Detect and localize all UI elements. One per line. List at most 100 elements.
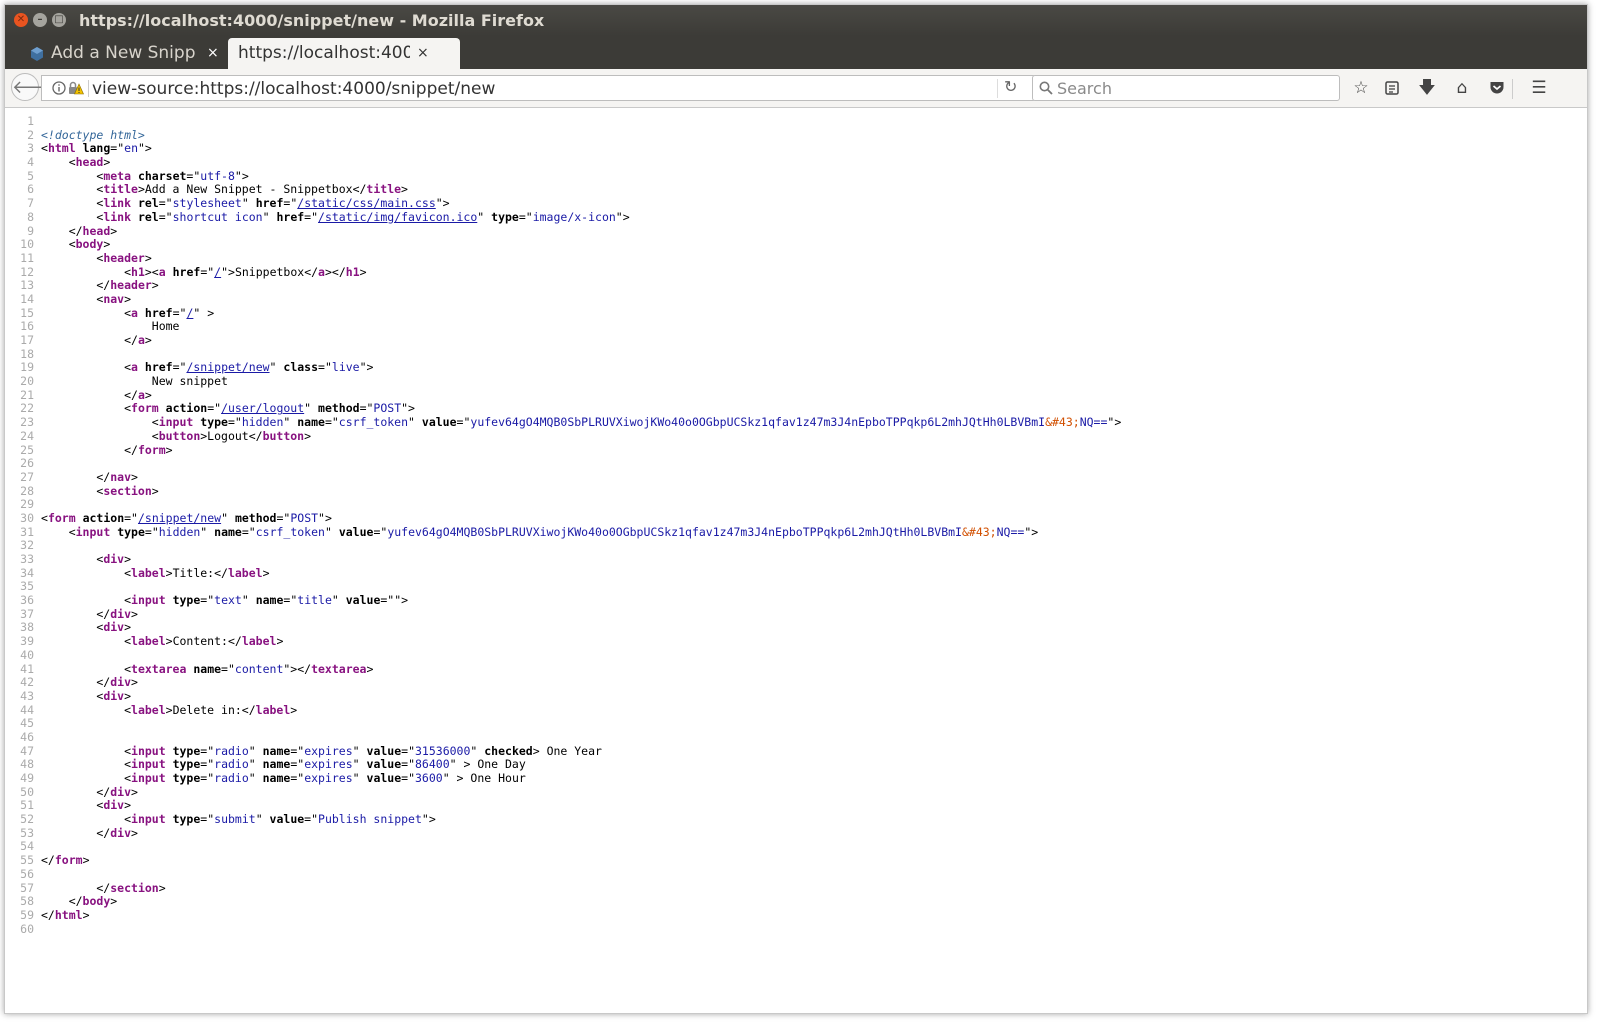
- punctuation: =": [401, 771, 415, 785]
- line-code: </body>: [41, 894, 118, 909]
- downloads-icon[interactable]: 🡇: [1415, 77, 1439, 99]
- punctuation: <: [41, 510, 48, 525]
- link-value[interactable]: /user/logout: [221, 401, 304, 416]
- tab-add-new-snippet[interactable]: Add a New Snippet ×: [23, 38, 223, 69]
- tag-name: link: [103, 196, 132, 211]
- punctuation: =": [283, 196, 298, 211]
- tab-view-source[interactable]: https://localhost:4000 ×: [228, 38, 460, 69]
- link-value[interactable]: /static/img/favicon.ico: [318, 210, 477, 224]
- punctuation: ": [255, 812, 270, 827]
- punctuation: =": [290, 771, 305, 785]
- attr-value: radio: [214, 743, 249, 758]
- punctuation: <: [41, 209, 104, 224]
- source-line: 7 <link rel="stylesheet" href="/static/c…: [5, 196, 1587, 211]
- line-code: <input type="hidden" name="csrf_token" v…: [41, 524, 1039, 540]
- line-code: <input type="hidden" name="csrf_token" v…: [41, 415, 1121, 430]
- link-value[interactable]: /snippet/new: [186, 360, 269, 375]
- punctuation: >: [131, 825, 138, 840]
- punctuation: <: [41, 702, 132, 717]
- punctuation: <: [41, 360, 132, 375]
- punctuation: <: [41, 565, 132, 580]
- tag-name: label: [131, 702, 166, 717]
- line-number: 35: [20, 579, 34, 594]
- punctuation: =": [401, 757, 415, 772]
- attr-name: href: [255, 196, 284, 211]
- line-number: 44: [20, 702, 34, 717]
- source-line: 3 <html lang="en">: [5, 142, 1587, 156]
- search-bar[interactable]: [1032, 75, 1340, 101]
- close-tab-icon[interactable]: ×: [207, 38, 219, 69]
- source-line: 29: [5, 498, 1587, 512]
- line-number: 59: [20, 907, 34, 922]
- attr-name: value: [345, 593, 381, 608]
- punctuation: </: [41, 825, 111, 840]
- search-input[interactable]: [1057, 77, 1327, 99]
- source-line: 33 <div>: [5, 552, 1587, 567]
- close-tab-icon[interactable]: ×: [417, 38, 429, 69]
- source-line: 23 <input type="hidden" name="csrf_token…: [5, 415, 1587, 430]
- tag-name: head: [82, 223, 111, 238]
- url-bar[interactable]: view-source:https://localhost:4000/snipp…: [41, 75, 1036, 101]
- insecure-lock-warning-icon[interactable]: [68, 81, 84, 95]
- link-value[interactable]: /static/css/main.css: [297, 196, 435, 210]
- punctuation: > One Year: [532, 743, 602, 758]
- tag-name: form: [47, 510, 76, 525]
- punctuation: ": [248, 757, 263, 772]
- punctuation: ": [262, 209, 277, 224]
- line-number: 11: [20, 250, 34, 265]
- punctuation: =": [304, 812, 319, 827]
- close-window-icon[interactable]: ✕: [14, 13, 28, 27]
- info-icon[interactable]: [52, 81, 66, 95]
- url-text[interactable]: view-source:https://localhost:4000/snipp…: [92, 79, 495, 99]
- source-line: 16 Home: [5, 319, 1587, 334]
- punctuation: >: [82, 853, 90, 868]
- reading-list-icon[interactable]: [1380, 77, 1404, 99]
- attr-value: title: [297, 593, 332, 608]
- bookmark-star-icon[interactable]: ☆: [1349, 77, 1373, 99]
- punctuation: =": [207, 401, 222, 416]
- punctuation: [159, 401, 166, 415]
- punctuation: Home: [41, 319, 180, 334]
- punctuation: ="">: [380, 593, 409, 608]
- minimize-window-icon[interactable]: –: [33, 13, 47, 27]
- attr-value: en: [124, 141, 138, 156]
- attr-value: NQ==: [996, 524, 1025, 539]
- tag-name: a: [318, 264, 325, 279]
- attr-name: value: [338, 524, 374, 539]
- tag-name: div: [110, 675, 132, 690]
- line-number: 55: [20, 853, 34, 868]
- back-button[interactable]: 🡐: [11, 73, 60, 101]
- line-code: <input type="text" name="title" value=""…: [41, 593, 409, 608]
- attr-value: submit: [214, 812, 256, 827]
- attr-value: content: [234, 661, 284, 676]
- punctuation: =": [290, 757, 305, 772]
- punctuation: " > One Hour: [442, 771, 526, 785]
- hamburger-menu-icon[interactable]: ☰: [1527, 77, 1551, 99]
- punctuation: >: [124, 552, 132, 566]
- line-number: 23: [20, 415, 34, 430]
- source-line: 41 <textarea name="content"></textarea>: [5, 661, 1587, 677]
- tag-name: input: [131, 743, 166, 758]
- punctuation: ">: [1024, 524, 1039, 539]
- line-code: <label>Delete in:</label>: [41, 702, 297, 718]
- line-number: 39: [20, 634, 34, 649]
- punctuation: =": [324, 415, 339, 430]
- line-number: 53: [20, 825, 34, 840]
- source-line: 35: [5, 580, 1587, 594]
- source-line: 37 </div>: [5, 607, 1587, 622]
- home-icon[interactable]: ⌂: [1450, 77, 1474, 99]
- line-code: </head>: [41, 223, 118, 239]
- line-number: 41: [20, 661, 34, 676]
- attr-name: href: [144, 360, 173, 375]
- punctuation: =": [158, 196, 173, 211]
- tag-name: button: [158, 428, 201, 443]
- link-value[interactable]: /snippet/new: [138, 511, 221, 525]
- maximize-window-icon[interactable]: □: [52, 13, 66, 27]
- tag-name: div: [103, 688, 125, 703]
- line-code: <body>: [41, 237, 111, 252]
- pocket-icon[interactable]: [1485, 77, 1509, 99]
- attr-name: name: [262, 757, 291, 772]
- punctuation: [166, 265, 173, 279]
- punctuation: </: [41, 675, 111, 690]
- reload-icon[interactable]: ↻: [1004, 77, 1017, 96]
